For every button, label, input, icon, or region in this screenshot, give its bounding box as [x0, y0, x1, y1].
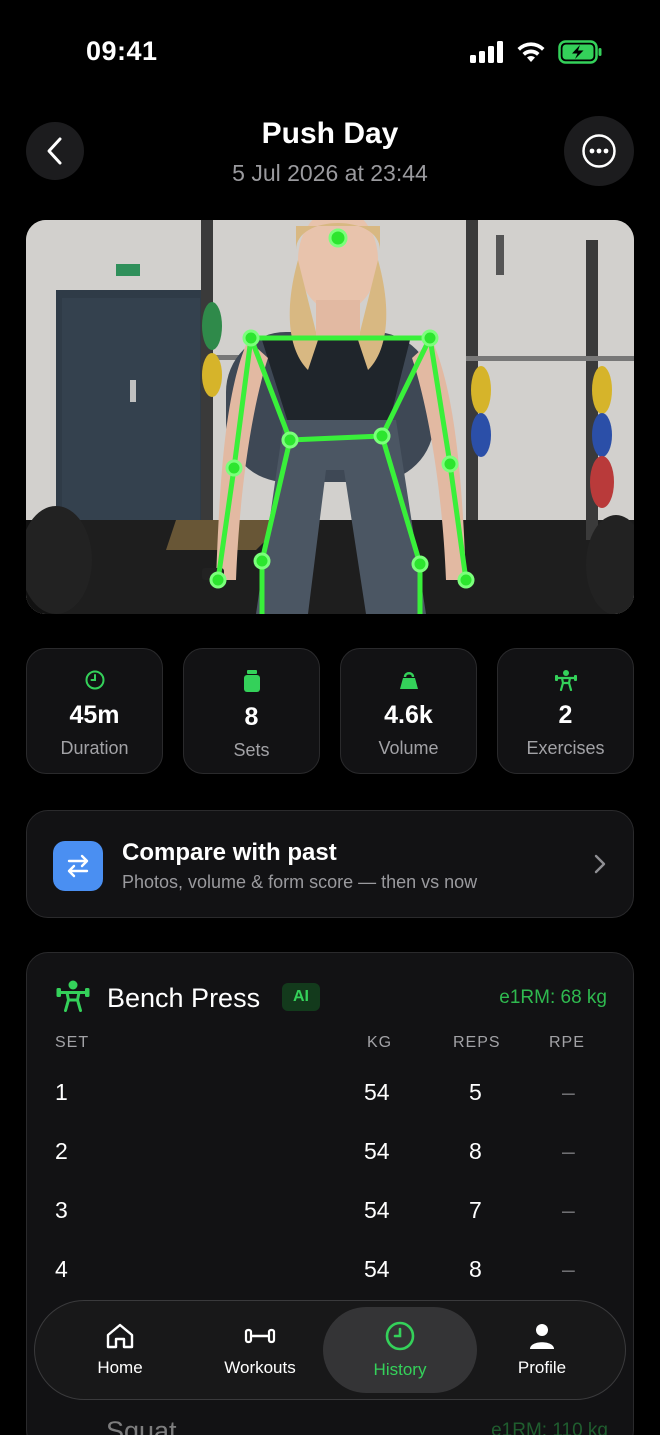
set-reps: 5: [469, 1079, 482, 1105]
lifter-icon: [56, 980, 90, 1012]
workout-photo[interactable]: [26, 220, 634, 614]
stat-volume: 4.6k Volume: [340, 648, 477, 774]
ai-badge: AI: [282, 983, 320, 1011]
lifter-icon: [554, 670, 577, 691]
tab-profile-label: Profile: [517, 1358, 567, 1377]
set-kg: 54: [364, 1079, 390, 1105]
compare-subtitle: Photos, volume & form score — then vs no…: [122, 872, 478, 892]
person-icon: [530, 1324, 554, 1349]
set-kg: 54: [364, 1197, 390, 1223]
set-kg: 54: [364, 1256, 390, 1282]
stat-exercises-label: Exercises: [526, 738, 605, 758]
wifi-icon: [517, 42, 545, 62]
tab-workouts[interactable]: Workouts: [183, 1307, 337, 1393]
e1rm-value: e1RM: 110 kg: [491, 1420, 608, 1435]
stat-sets-label: Sets: [233, 740, 270, 760]
column-header-set: SET: [55, 1034, 90, 1051]
dumbbell-icon: [244, 1328, 276, 1344]
tab-workouts-label: Workouts: [224, 1358, 296, 1377]
stat-sets: 8 Sets: [183, 648, 320, 774]
column-header-rpe: RPE: [549, 1034, 585, 1051]
clock-icon: [385, 1321, 415, 1351]
exercise-card-squat-peek[interactable]: Squat e1RM: 110 kg: [26, 1410, 634, 1435]
set-rpe: –: [562, 1138, 575, 1164]
set-number: 1: [55, 1079, 68, 1105]
stat-volume-label: Volume: [378, 738, 439, 758]
more-horizontal-icon: [582, 134, 616, 168]
status-time: 09:41: [86, 36, 158, 66]
column-header-kg: KG: [367, 1034, 393, 1051]
compare-with-past-card[interactable]: Compare with past Photos, volume & form …: [26, 810, 634, 918]
set-reps: 8: [469, 1138, 482, 1164]
e1rm-value: e1RM: 68 kg: [499, 987, 607, 1008]
more-options-button[interactable]: [564, 116, 634, 186]
status-bar: 09:41: [0, 0, 660, 100]
signal-icon: [470, 41, 503, 63]
stat-volume-value: 4.6k: [384, 701, 433, 729]
column-header-reps: REPS: [453, 1034, 501, 1051]
stat-exercises-value: 2: [558, 701, 573, 729]
tab-history-label: History: [373, 1360, 427, 1379]
tab-home[interactable]: Home: [43, 1307, 197, 1393]
status-icons: [470, 40, 602, 64]
battery-charging-icon: [558, 40, 602, 64]
workout-datetime: 5 Jul 2026 at 23:44: [232, 160, 428, 186]
set-rpe: –: [562, 1256, 575, 1282]
stat-sets-value: 8: [244, 703, 259, 731]
set-reps: 8: [469, 1256, 482, 1282]
tab-history[interactable]: History: [323, 1307, 477, 1393]
set-rpe: –: [562, 1079, 575, 1105]
kettlebell-icon: [399, 672, 418, 689]
stats-row: 45m Duration 8 Sets 4.6k Volume 2 Exerci…: [26, 648, 634, 776]
stat-duration-label: Duration: [60, 738, 129, 758]
header: Push Day 5 Jul 2026 at 23:44: [0, 112, 660, 192]
exercise-name: Bench Press: [107, 983, 261, 1013]
set-kg: 54: [364, 1138, 390, 1164]
set-number: 3: [55, 1197, 68, 1223]
set-rpe: –: [562, 1197, 575, 1223]
clock-icon: [85, 670, 104, 690]
home-icon: [106, 1323, 134, 1349]
swap-arrows-icon: [53, 841, 103, 891]
tab-bar: Home Workouts History Profile: [34, 1300, 626, 1400]
stat-duration: 45m Duration: [26, 648, 163, 774]
tab-profile[interactable]: Profile: [465, 1307, 619, 1393]
page-title: Push Day: [261, 117, 399, 150]
chevron-right-icon: [594, 854, 606, 874]
set-number: 2: [55, 1138, 68, 1164]
exercise-name: Squat: [106, 1416, 177, 1435]
pose-overlay-illustration: [26, 220, 634, 614]
jar-icon: [243, 670, 260, 692]
set-number: 4: [55, 1256, 68, 1282]
stat-duration-value: 45m: [69, 701, 120, 729]
tab-home-label: Home: [97, 1358, 143, 1377]
stat-exercises: 2 Exercises: [497, 648, 634, 774]
compare-title: Compare with past: [122, 839, 337, 866]
set-reps: 7: [469, 1197, 482, 1223]
